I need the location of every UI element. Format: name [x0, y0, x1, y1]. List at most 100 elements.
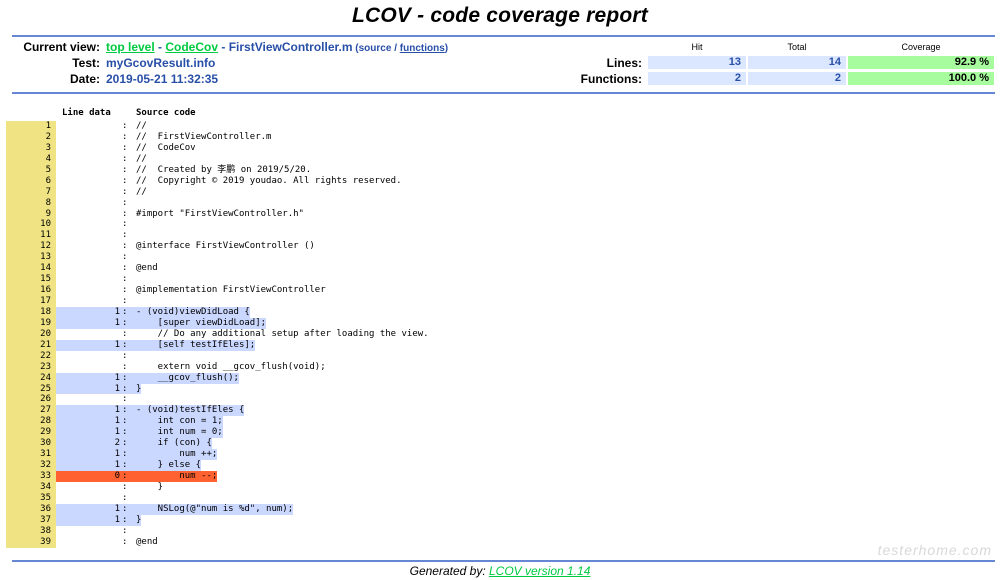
line-separator: : [122, 306, 128, 317]
line-number[interactable]: 39 [6, 536, 56, 548]
source-view-link[interactable]: source [359, 43, 392, 54]
line-separator: : [122, 219, 128, 230]
line-number[interactable]: 5 [6, 164, 56, 176]
breadcrumb-dir-link[interactable]: CodeCov [165, 40, 218, 54]
line-number[interactable]: 18 [6, 306, 56, 318]
line-separator: : [122, 263, 128, 274]
line-number[interactable]: 26 [6, 394, 56, 406]
line-number[interactable]: 21 [6, 339, 56, 351]
source-line: 34: } [0, 481, 1000, 493]
line-number[interactable]: 2 [6, 131, 56, 143]
code-text: } [136, 514, 142, 525]
hit-count: 1 [114, 317, 120, 328]
col-head-hit: Hit [691, 42, 703, 52]
code-text: // FirstViewController.m [136, 131, 272, 142]
line-separator: : [122, 208, 128, 219]
line-separator: : [122, 514, 128, 525]
line-number[interactable]: 35 [6, 492, 56, 504]
line-number[interactable]: 13 [6, 252, 56, 264]
line-number[interactable]: 30 [6, 438, 56, 450]
line-number[interactable]: 8 [6, 197, 56, 209]
line-number[interactable]: 11 [6, 230, 56, 242]
line-separator: : [122, 481, 128, 492]
code-text: // Do any additional setup after loading… [136, 328, 429, 339]
line-number[interactable]: 12 [6, 241, 56, 253]
line-number[interactable]: 34 [6, 481, 56, 493]
hit-count: 1 [114, 460, 120, 471]
line-separator: : [122, 241, 128, 252]
line-number[interactable]: 4 [6, 153, 56, 165]
line-separator: : [122, 252, 128, 263]
source-line: 30 2: if (con) { [0, 438, 1000, 450]
line-number[interactable]: 29 [6, 427, 56, 439]
code-text: __gcov_flush(); [136, 372, 239, 383]
source-line: 35: [0, 492, 1000, 504]
source-line: 10: [0, 219, 1000, 231]
line-number[interactable]: 19 [6, 317, 56, 329]
line-separator: : [122, 503, 128, 514]
lcov-version-link[interactable]: LCOV version 1.14 [489, 564, 590, 578]
breadcrumb-top-level-link[interactable]: top level [106, 40, 155, 54]
source-line: 36 1: NSLog(@"num is %d", num); [0, 503, 1000, 515]
functions-view-link[interactable]: functions [400, 43, 445, 54]
code-text: num --; [136, 471, 218, 481]
line-number[interactable]: 22 [6, 350, 56, 362]
line-number[interactable]: 37 [6, 514, 56, 526]
source-line: 3: // CodeCov [0, 142, 1000, 154]
line-number[interactable]: 24 [6, 372, 56, 384]
line-number[interactable]: 32 [6, 460, 56, 471]
source-line: 25 1:} [0, 383, 1000, 395]
hit-count: 1 [114, 514, 120, 525]
line-number[interactable]: 15 [6, 274, 56, 286]
line-number[interactable]: 10 [6, 219, 56, 231]
line-separator: : [122, 416, 128, 427]
code-text: @end [136, 263, 158, 274]
line-number[interactable]: 9 [6, 208, 56, 220]
code-text: @implementation FirstViewController [136, 285, 326, 296]
code-text: // Created by 李鹏 on 2019/5/20. [136, 164, 312, 175]
line-number[interactable]: 23 [6, 361, 56, 373]
line-number[interactable]: 17 [6, 296, 56, 307]
line-number[interactable]: 16 [6, 285, 56, 296]
line-separator: : [122, 164, 128, 175]
code-text: NSLog(@"num is %d", num); [136, 503, 294, 514]
hit-count: 1 [114, 503, 120, 514]
line-separator: : [122, 197, 128, 208]
line-number[interactable]: 1 [6, 121, 56, 132]
code-text: if (con) { [136, 438, 212, 449]
code-text: #import "FirstViewController.h" [136, 208, 304, 219]
line-number[interactable]: 20 [6, 328, 56, 340]
code-text: // Copyright © 2019 youdao. All rights r… [136, 175, 402, 186]
hit-count: 1 [114, 372, 120, 383]
line-number[interactable]: 33 [6, 471, 56, 482]
source-line: 17: [0, 296, 1000, 307]
lines-hit: 13 [648, 56, 746, 69]
line-number[interactable]: 14 [6, 263, 56, 275]
line-separator: : [122, 317, 128, 328]
line-number[interactable]: 38 [6, 525, 56, 537]
line-separator: : [122, 350, 128, 361]
line-number[interactable]: 6 [6, 175, 56, 187]
line-separator: : [122, 427, 128, 438]
current-view-label: Current view: [23, 40, 100, 54]
source-line: 20: // Do any additional setup after loa… [0, 328, 1000, 340]
line-number[interactable]: 25 [6, 383, 56, 395]
code-text: - (void)viewDidLoad { [136, 306, 250, 317]
line-number[interactable]: 36 [6, 503, 56, 515]
functions-coverage: 100.0 % [848, 72, 994, 85]
line-number[interactable]: 7 [6, 186, 56, 198]
line-separator: : [122, 460, 128, 471]
line-number[interactable]: 3 [6, 142, 56, 154]
top-ruler [12, 35, 995, 37]
line-number[interactable]: 31 [6, 449, 56, 461]
line-number[interactable]: 28 [6, 416, 56, 428]
line-separator: : [122, 328, 128, 339]
hit-count: 1 [114, 449, 120, 460]
line-separator: : [122, 383, 128, 394]
line-number[interactable]: 27 [6, 405, 56, 417]
line-separator: : [122, 372, 128, 383]
test-label: Test: [72, 56, 100, 70]
code-text: } else { [136, 460, 202, 471]
source-listing: 1: // 2: // FirstViewController.m 3: // CodeC… [0, 121, 1000, 548]
code-text: // [136, 121, 147, 131]
